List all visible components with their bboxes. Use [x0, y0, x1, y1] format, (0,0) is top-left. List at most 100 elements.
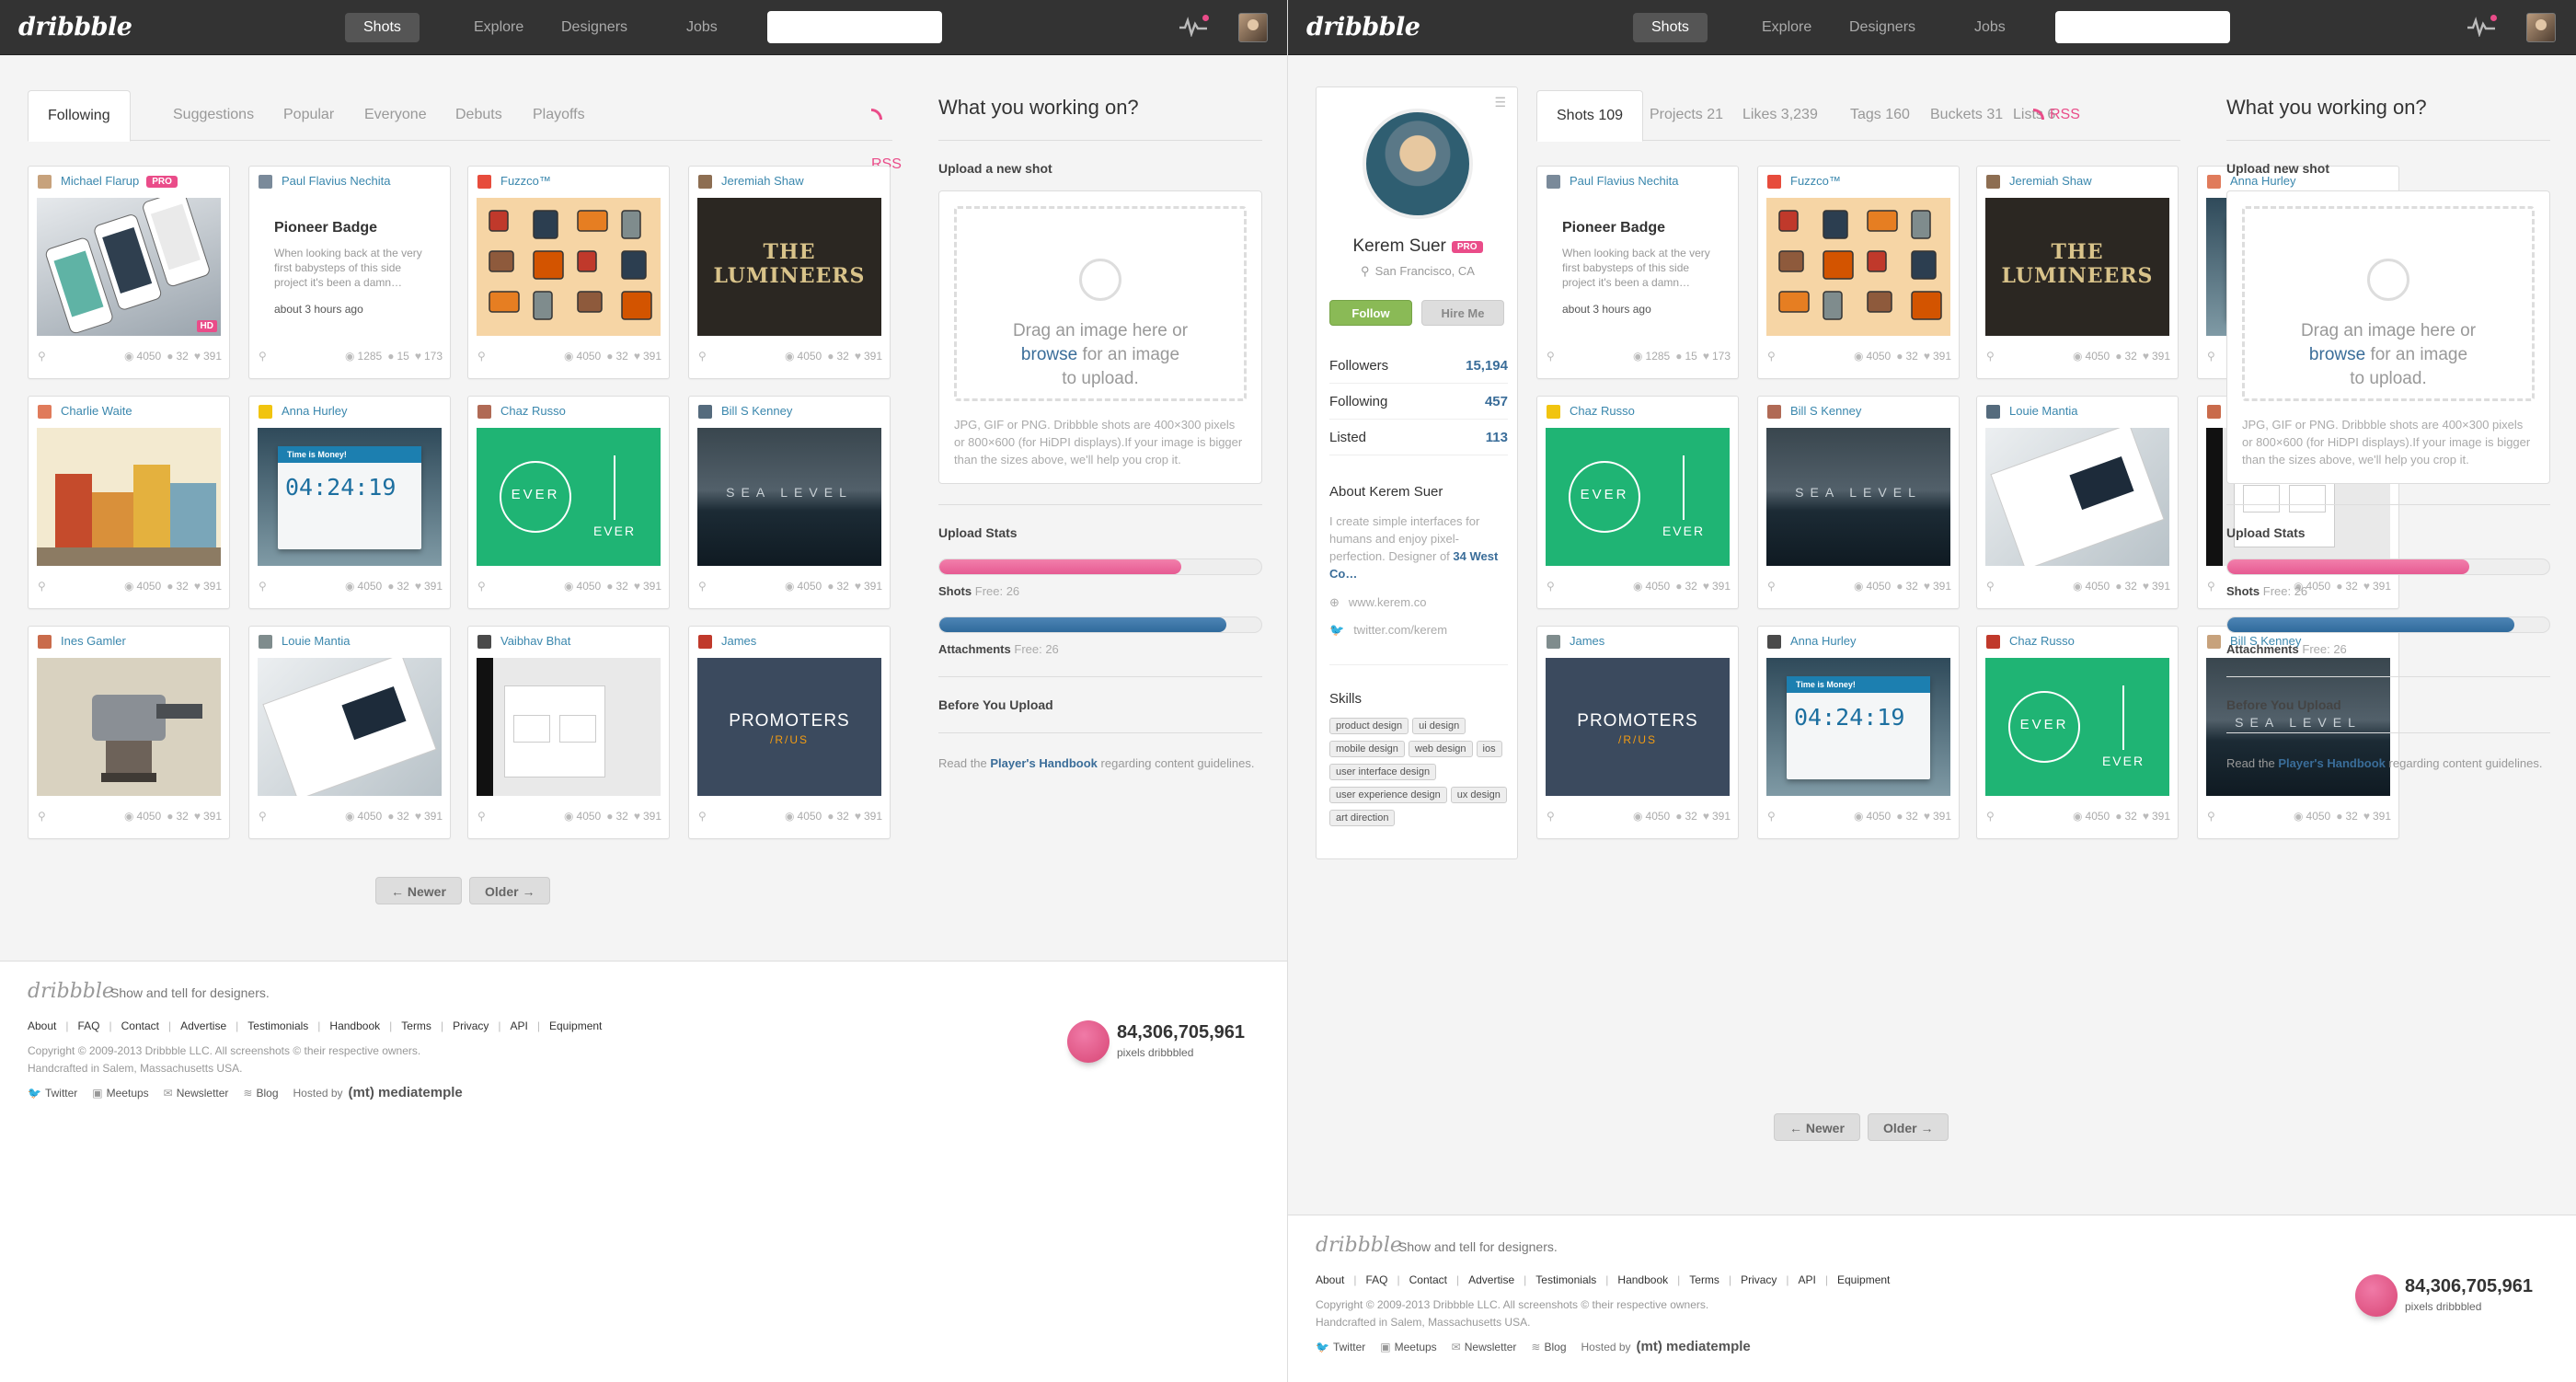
- attachment-icon[interactable]: ⚲: [259, 580, 267, 593]
- footer-link-terms[interactable]: Terms: [401, 1019, 431, 1032]
- shot-thumbnail[interactable]: [477, 198, 661, 336]
- stat-value[interactable]: 113: [1486, 420, 1508, 455]
- player-name-link[interactable]: Chaz Russo: [1570, 404, 1635, 418]
- skill-tag[interactable]: user interface design: [1329, 764, 1437, 780]
- activity-icon[interactable]: [2467, 15, 2499, 39]
- footer-link-advertise[interactable]: Advertise: [1468, 1273, 1514, 1286]
- player-name[interactable]: Chaz Russo: [1570, 404, 1635, 418]
- footer-link-terms[interactable]: Terms: [1689, 1273, 1719, 1286]
- footer-link-equipment[interactable]: Equipment: [1837, 1273, 1890, 1286]
- newer-button[interactable]: ← Newer: [375, 877, 462, 904]
- shot-card[interactable]: Anna Hurley Time is Money! 04:24:19 ⚲ ◉4050 ●…: [1757, 626, 1960, 839]
- player-avatar[interactable]: [1767, 175, 1781, 189]
- footer-link-about[interactable]: About: [1316, 1273, 1344, 1286]
- player-avatar[interactable]: [2207, 405, 2221, 419]
- mediatemple-logo[interactable]: (mt) mediatemple: [349, 1085, 463, 1100]
- search-input[interactable]: [2055, 11, 2230, 43]
- player-name-link[interactable]: James: [1570, 634, 1604, 648]
- shot-card[interactable]: James PROMOTERS/R/US ⚲ ◉ 4050 ● 32 ♥ 391: [1536, 626, 1739, 839]
- activity-icon[interactable]: [1179, 15, 1211, 39]
- shot-card[interactable]: Charlie Waite ⚲ ◉ 4050 ● 32 ♥ 391: [28, 396, 230, 609]
- user-avatar[interactable]: [2526, 13, 2556, 42]
- nav-designers[interactable]: Designers: [543, 13, 646, 42]
- shot-thumbnail[interactable]: SEA LEVEL: [1766, 428, 1950, 566]
- nav-shots[interactable]: Shots: [1633, 13, 1708, 42]
- skill-tag[interactable]: ui design: [1412, 718, 1466, 734]
- player-avatar[interactable]: [38, 175, 52, 189]
- older-button[interactable]: Older →: [1868, 1113, 1949, 1141]
- skill-tag[interactable]: mobile design: [1329, 741, 1405, 757]
- shot-card[interactable]: Paul Flavius Nechita Pioneer Badge When lo…: [1536, 166, 1739, 379]
- shot-thumbnail[interactable]: PROMOTERS/R/US: [697, 658, 881, 796]
- shot-card[interactable]: James PROMOTERS/R/US ⚲ ◉ 4050 ● 32 ♥ 391: [688, 626, 891, 839]
- footer-link-contact[interactable]: Contact: [121, 1019, 159, 1032]
- player-name-link[interactable]: Paul Flavius Nechita: [282, 174, 391, 188]
- skill-tag[interactable]: ios: [1476, 741, 1502, 757]
- attachment-icon[interactable]: ⚲: [1547, 350, 1555, 363]
- nav-explore[interactable]: Explore: [1743, 13, 1830, 42]
- attachment-icon[interactable]: ⚲: [1986, 810, 1995, 823]
- twitter-link[interactable]: 🐦 twitter.com/kerem: [1329, 623, 1447, 638]
- attachment-icon[interactable]: ⚲: [1767, 350, 1776, 363]
- player-name[interactable]: Vaibhav Bhat: [500, 634, 570, 648]
- footer-twitter-link[interactable]: 🐦 Twitter: [1316, 1341, 1365, 1353]
- footer-link-faq[interactable]: FAQ: [1365, 1273, 1387, 1286]
- search-input[interactable]: [767, 11, 942, 43]
- player-name-link[interactable]: Bill S Kenney: [721, 404, 792, 418]
- follow-button[interactable]: Follow: [1329, 300, 1412, 326]
- player-avatar[interactable]: [1547, 175, 1560, 189]
- shot-card[interactable]: Vaibhav Bhat ⚲ ◉4050 ●32 ♥391: [467, 626, 670, 839]
- tab-suggestions[interactable]: Suggestions: [154, 90, 273, 141]
- footer-newsletter-link[interactable]: ✉ Newsletter: [164, 1087, 229, 1100]
- player-name[interactable]: Bill S Kenney: [1790, 404, 1861, 418]
- tab-likes[interactable]: Likes 3,239: [1723, 90, 1837, 141]
- nav-jobs[interactable]: Jobs: [1956, 13, 2024, 42]
- player-name[interactable]: Jeremiah Shaw: [721, 174, 804, 188]
- player-avatar[interactable]: [1767, 405, 1781, 419]
- newer-button[interactable]: ← Newer: [1774, 1113, 1860, 1141]
- player-name-link[interactable]: Jeremiah Shaw: [2009, 174, 2092, 188]
- footer-link-contact[interactable]: Contact: [1409, 1273, 1447, 1286]
- player-avatar[interactable]: [38, 405, 52, 419]
- attachment-icon[interactable]: ⚲: [2207, 810, 2215, 823]
- skill-tag[interactable]: art direction: [1329, 810, 1396, 826]
- handbook-link[interactable]: Player's Handbook: [990, 756, 1098, 770]
- stat-value[interactable]: 15,194: [1466, 349, 1508, 384]
- footer-link-privacy[interactable]: Privacy: [453, 1019, 489, 1032]
- shot-card[interactable]: Bill S Kenney SEA LEVEL ⚲ ◉ 4050 ● 32 ♥ 391: [688, 396, 891, 609]
- shot-thumbnail[interactable]: Pioneer Badge When looking back at the ve…: [1546, 198, 1730, 336]
- player-avatar[interactable]: [259, 635, 272, 649]
- shot-card[interactable]: Bill S Kenney SEA LEVEL ⚲ ◉ 4050 ● 32 ♥ 391: [1757, 396, 1960, 609]
- attachment-icon[interactable]: ⚲: [698, 350, 707, 363]
- player-name-link[interactable]: Anna Hurley: [282, 404, 348, 418]
- shot-thumbnail[interactable]: THE LUMINEERS: [697, 198, 881, 336]
- attachment-icon[interactable]: ⚲: [477, 580, 486, 593]
- footer-link-faq[interactable]: FAQ: [77, 1019, 99, 1032]
- nav-shots[interactable]: Shots: [345, 13, 420, 42]
- attachment-icon[interactable]: ⚲: [477, 350, 486, 363]
- shot-card[interactable]: Paul Flavius Nechita Pioneer Badge When lo…: [248, 166, 451, 379]
- tab-popular[interactable]: Popular: [264, 90, 353, 141]
- footer-blog-link[interactable]: ≋ Blog: [1531, 1341, 1566, 1353]
- handbook-link[interactable]: Player's Handbook: [2278, 756, 2386, 770]
- player-avatar[interactable]: [1547, 635, 1560, 649]
- player-avatar[interactable]: [259, 405, 272, 419]
- footer-link-testimonials[interactable]: Testimonials: [247, 1019, 308, 1032]
- player-avatar[interactable]: [1767, 635, 1781, 649]
- shot-card[interactable]: Fuzzco™ ⚲ ◉ 4050 ● 32 ♥ 391: [467, 166, 670, 379]
- attachment-icon[interactable]: ⚲: [1986, 580, 1995, 593]
- dribbble-logo[interactable]: dribbble: [1306, 13, 1420, 41]
- attachment-icon[interactable]: ⚲: [38, 580, 46, 593]
- shot-card[interactable]: Anna Hurley Time is Money! 04:24:19 ⚲ ◉4050 ●…: [248, 396, 451, 609]
- tab-debuts[interactable]: Debuts: [436, 90, 522, 141]
- attachment-icon[interactable]: ⚲: [259, 350, 267, 363]
- nav-jobs[interactable]: Jobs: [668, 13, 736, 42]
- tab-following[interactable]: Following: [28, 90, 131, 142]
- shot-thumbnail[interactable]: PROMOTERS/R/US: [1546, 658, 1730, 796]
- browse-link[interactable]: browse: [2309, 345, 2365, 364]
- nav-designers[interactable]: Designers: [1831, 13, 1934, 42]
- rss-link[interactable]: RSS: [2033, 90, 2080, 140]
- player-avatar[interactable]: [2207, 635, 2221, 649]
- upload-dropzone[interactable]: Drag an image here or browse for an image…: [954, 206, 1247, 401]
- player-name[interactable]: Paul Flavius Nechita: [282, 174, 391, 188]
